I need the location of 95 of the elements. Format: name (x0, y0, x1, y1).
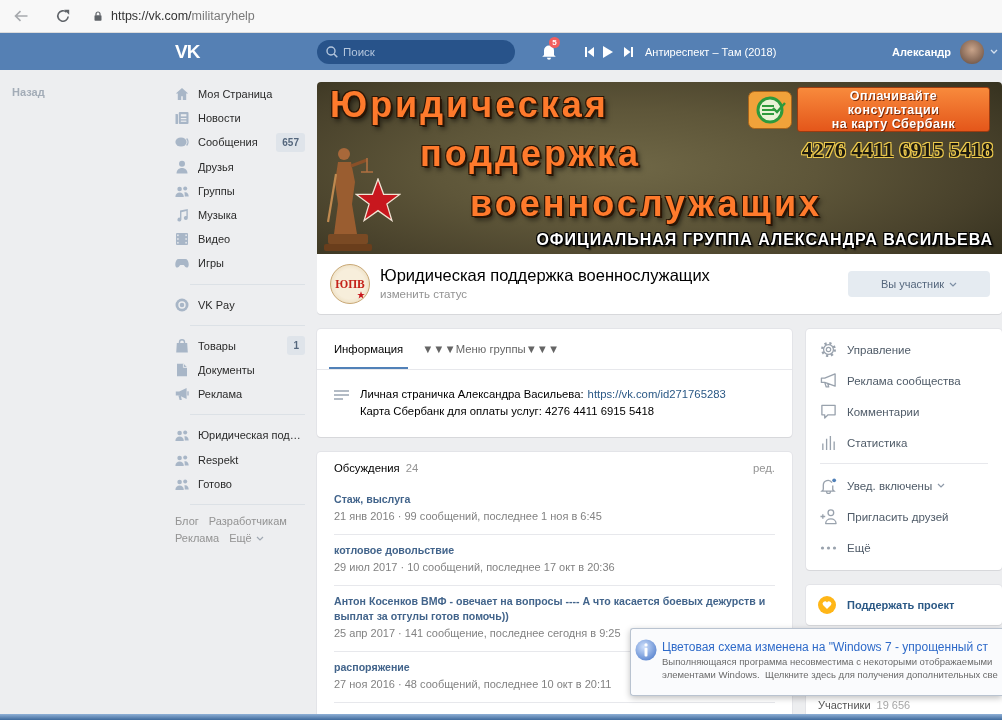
people-icon (175, 428, 189, 443)
banner-title-line: Юридическая (330, 85, 609, 125)
info-text: Карта Сбербанк для оплаты услуг: 4276 4411 6915 5418 (360, 404, 655, 419)
speech-bubble-icon (175, 135, 189, 150)
logo-text: ЮПВ (335, 277, 365, 291)
newspaper-icon (175, 111, 189, 126)
support-link[interactable]: Поддержать проект (847, 599, 955, 611)
music-note-icon (175, 208, 189, 223)
topic-count: 24 (405, 462, 419, 474)
group-title: Юридическая поддержка военнослужащих (380, 266, 710, 285)
nav-item[interactable]: Respekt (175, 447, 305, 472)
home-icon (175, 87, 189, 102)
notification-count: 5 (549, 37, 560, 48)
tab[interactable]: Информация (329, 329, 409, 369)
topic-title[interactable]: котловое довольствие (334, 543, 775, 558)
document-icon (175, 362, 189, 377)
add-person-icon (820, 508, 837, 525)
settings-icon (820, 341, 837, 358)
action-item[interactable]: Комментарии (806, 396, 1002, 427)
member-button[interactable]: Вы участник (848, 271, 990, 297)
previous-track-icon[interactable] (585, 46, 594, 57)
nav-item[interactable]: Друзья (175, 154, 305, 179)
section-title: Обсуждения (334, 462, 400, 474)
caret-icon (937, 483, 946, 488)
system-notification[interactable]: Цветовая схема изменена на "Windows 7 - упрощенный ст Выполняющаяся программа несовместима с некоторыми отображаемыми элементами Windows. Щелкните здесь для получения дополнительных све (630, 628, 1002, 696)
action-item[interactable]: Управление (806, 334, 1002, 365)
back-arrow-icon[interactable] (14, 10, 28, 22)
topic-title[interactable]: Антон Косенков ВМФ - овечает на вопросы ---- А что касается боевых дежурств и выплат за отгулы готов помочь)) (334, 594, 775, 624)
notification-text: Выполняющаяся программа несовместима с некоторыми отображаемыми элементами Windows. Щелкните здесь для получения дополнительных све (662, 655, 998, 681)
banner-title-line: военнослужащих (470, 184, 823, 224)
banner-title-line: поддержка (420, 134, 642, 174)
profile-link[interactable]: https://vk.com/id271765283 (587, 386, 726, 403)
nav-item[interactable]: Товары 1 (175, 333, 305, 358)
info-text: Личная страничка Александра Васильева: (360, 387, 584, 402)
star-icon (357, 291, 365, 299)
shopping-bag-icon (175, 338, 189, 353)
bell-icon[interactable] (541, 43, 557, 60)
action-item[interactable]: Реклама сообщества (806, 365, 1002, 396)
nav-item[interactable]: Юридическая под… (175, 423, 305, 448)
url-field[interactable]: https://vk.com/militaryhelp (111, 9, 255, 23)
megaphone-icon (820, 372, 837, 389)
members-count: 19 656 (876, 698, 911, 713)
lock-icon (94, 11, 102, 21)
more-dots-icon (820, 545, 837, 550)
nav-item[interactable]: Моя Страница (175, 82, 305, 107)
nav-item[interactable]: Новости (175, 106, 305, 131)
payment-note: Оплачивайте консультации на карту Сбербанк (797, 87, 990, 132)
search-field[interactable]: Поиск (317, 39, 515, 64)
play-icon[interactable] (603, 45, 613, 58)
next-track-icon[interactable] (624, 46, 633, 57)
notification-title: Цветовая схема изменена на "Windows 7 - упрощенный ст (662, 639, 988, 655)
logo-tile-icon (748, 91, 792, 129)
topic-meta: 29 июл 2017 · 10 сообщений, последнее 17 окт в 20:36 (334, 560, 616, 575)
film-strip-icon (175, 232, 189, 247)
nav-item[interactable]: Документы (175, 357, 305, 383)
action-item[interactable]: Статистика (806, 427, 1002, 458)
reload-icon[interactable] (56, 9, 70, 23)
caret-icon (255, 535, 264, 541)
action-item[interactable]: Пригласить друзей (806, 501, 1002, 532)
card-number: 4276 4411 6915 5418 (801, 138, 993, 162)
heart-circle-icon (818, 596, 836, 614)
action-item[interactable]: Увед. включены (806, 470, 1002, 501)
caret-icon (949, 281, 958, 287)
star-icon (355, 178, 401, 222)
action-item[interactable]: Ещё (806, 532, 1002, 563)
nav-item[interactable]: Видео (175, 227, 305, 252)
coin-icon (175, 297, 189, 312)
nav-item[interactable]: Готово (175, 471, 305, 496)
nav-item[interactable]: Игры (175, 251, 305, 276)
topic-meta: 21 янв 2016 · 99 сообщений, последнее 1 ноя в 6:45 (334, 509, 603, 524)
megaphone-icon (175, 387, 189, 402)
avatar-placeholder[interactable] (960, 39, 984, 64)
topic-meta: 25 апр 2017 · 141 сообщение, последнее сегодня в 9:25 (334, 626, 622, 641)
description-icon (334, 390, 349, 400)
tab[interactable]: ▼▼▼Меню группы▼▼▼ (417, 329, 565, 369)
members-title: Участники (818, 698, 871, 713)
caret-icon[interactable] (990, 49, 998, 54)
nav-item[interactable]: Сообщения 657 (175, 130, 305, 155)
counter-badge: 657 (276, 132, 305, 152)
nav-item[interactable]: Группы (175, 178, 305, 203)
info-icon (635, 639, 657, 661)
speech-bubble-icon (820, 403, 837, 420)
nav-item[interactable]: Реклама (175, 382, 305, 407)
search-icon (326, 45, 338, 58)
now-playing-text[interactable]: Антиреспект – Там (2018) (645, 45, 777, 58)
person-icon (175, 159, 189, 174)
vk-logo[interactable]: VK (175, 41, 207, 62)
user-name[interactable]: Александр (892, 45, 951, 58)
bell-icon (820, 477, 837, 494)
nav-item[interactable]: Музыка (175, 202, 305, 228)
topic-title[interactable]: Стаж, выслуга (334, 492, 775, 507)
counter-badge: 1 (287, 336, 305, 356)
bar-chart-icon (820, 434, 837, 451)
banner-subtitle: ОФИЦИАЛЬНАЯ ГРУППА АЛЕКСАНДРА ВАСИЛЬЕВА (536, 230, 993, 250)
nav-item[interactable]: VK Pay (175, 292, 305, 317)
